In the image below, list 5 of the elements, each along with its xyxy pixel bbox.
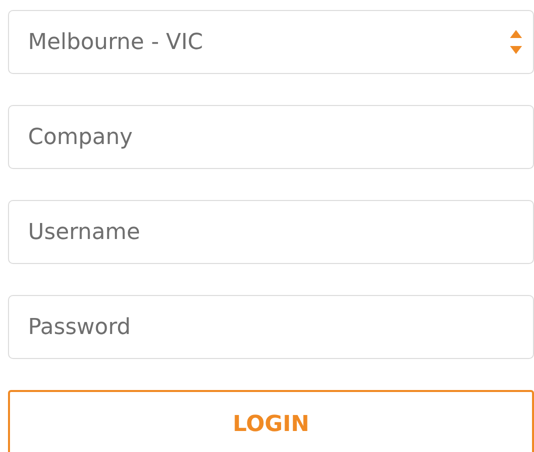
input-field[interactable]: Password bbox=[8, 295, 534, 359]
input-field[interactable]: Company bbox=[8, 105, 534, 169]
input-field[interactable]: Username bbox=[8, 200, 534, 264]
location-select[interactable]: Melbourne - VIC bbox=[8, 10, 534, 74]
sort-arrows-icon bbox=[509, 29, 523, 55]
